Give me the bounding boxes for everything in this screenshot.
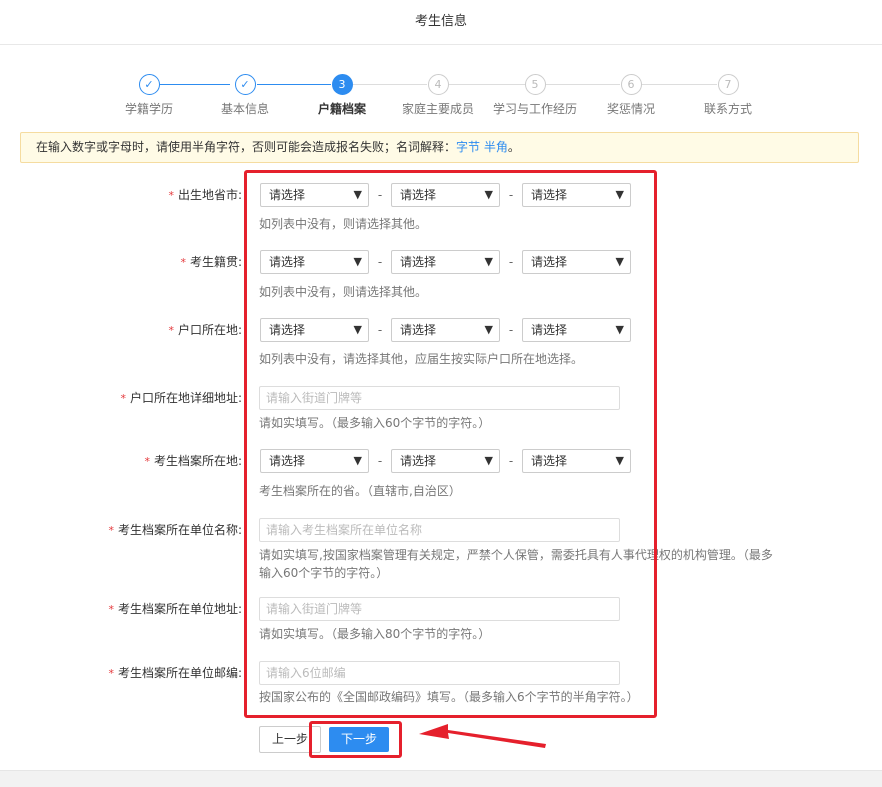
required-mark: * bbox=[144, 455, 150, 468]
step-number: 6 bbox=[620, 74, 642, 95]
check-icon: ✓ bbox=[138, 74, 160, 95]
step-number: 5 bbox=[524, 74, 546, 95]
check-icon: ✓ bbox=[234, 74, 256, 95]
required-mark: * bbox=[108, 524, 114, 537]
required-mark: * bbox=[120, 392, 126, 405]
required-mark: * bbox=[168, 324, 174, 337]
required-mark: * bbox=[108, 667, 114, 680]
next-button-highlight-box bbox=[309, 721, 402, 758]
pointer-arrow-icon bbox=[419, 724, 546, 748]
required-mark: * bbox=[108, 603, 114, 616]
notice-suffix: 。 bbox=[507, 140, 520, 154]
page-title: 考生信息 bbox=[414, 14, 467, 29]
progress-steps: ✓ 学籍学历 ✓ 基本信息 3 户籍档案 4 家庭主要成员 5 学习与工作经历 … bbox=[0, 74, 882, 119]
native-place-label: * 考生籍贯: bbox=[180, 255, 242, 269]
archive-unit-name-label: * 考生档案所在单位名称: bbox=[108, 523, 242, 537]
archive-unit-address-label: * 考生档案所在单位地址: bbox=[108, 602, 242, 616]
notice-banner: 在输入数字或字母时，请使用半角字符，否则可能会造成报名失败；名词解释：字节 半角… bbox=[20, 132, 859, 163]
required-mark: * bbox=[180, 256, 186, 269]
step-number: 4 bbox=[427, 74, 449, 95]
glossary-link[interactable]: 字节 半角 bbox=[456, 140, 508, 154]
step-number: 3 bbox=[331, 74, 353, 95]
archive-location-label: * 考生档案所在地: bbox=[144, 454, 242, 468]
page-header: 考生信息 bbox=[0, 0, 882, 45]
notice-text: 在输入数字或字母时，请使用半角字符，否则可能会造成报名失败；名词解释： bbox=[36, 140, 457, 154]
birthplace-label: * 出生地省市: bbox=[168, 188, 242, 202]
archive-unit-postcode-label: * 考生档案所在单位邮编: bbox=[108, 666, 242, 680]
hukou-label: * 户口所在地: bbox=[168, 323, 242, 337]
footer-bar bbox=[0, 770, 882, 787]
form-highlight-box bbox=[244, 170, 657, 718]
step-7[interactable]: 7 联系方式 bbox=[668, 74, 788, 117]
required-mark: * bbox=[168, 189, 174, 202]
hukou-address-label: * 户口所在地详细地址: bbox=[120, 391, 242, 405]
step-number: 7 bbox=[717, 74, 739, 95]
step-label: 联系方式 bbox=[703, 102, 752, 116]
